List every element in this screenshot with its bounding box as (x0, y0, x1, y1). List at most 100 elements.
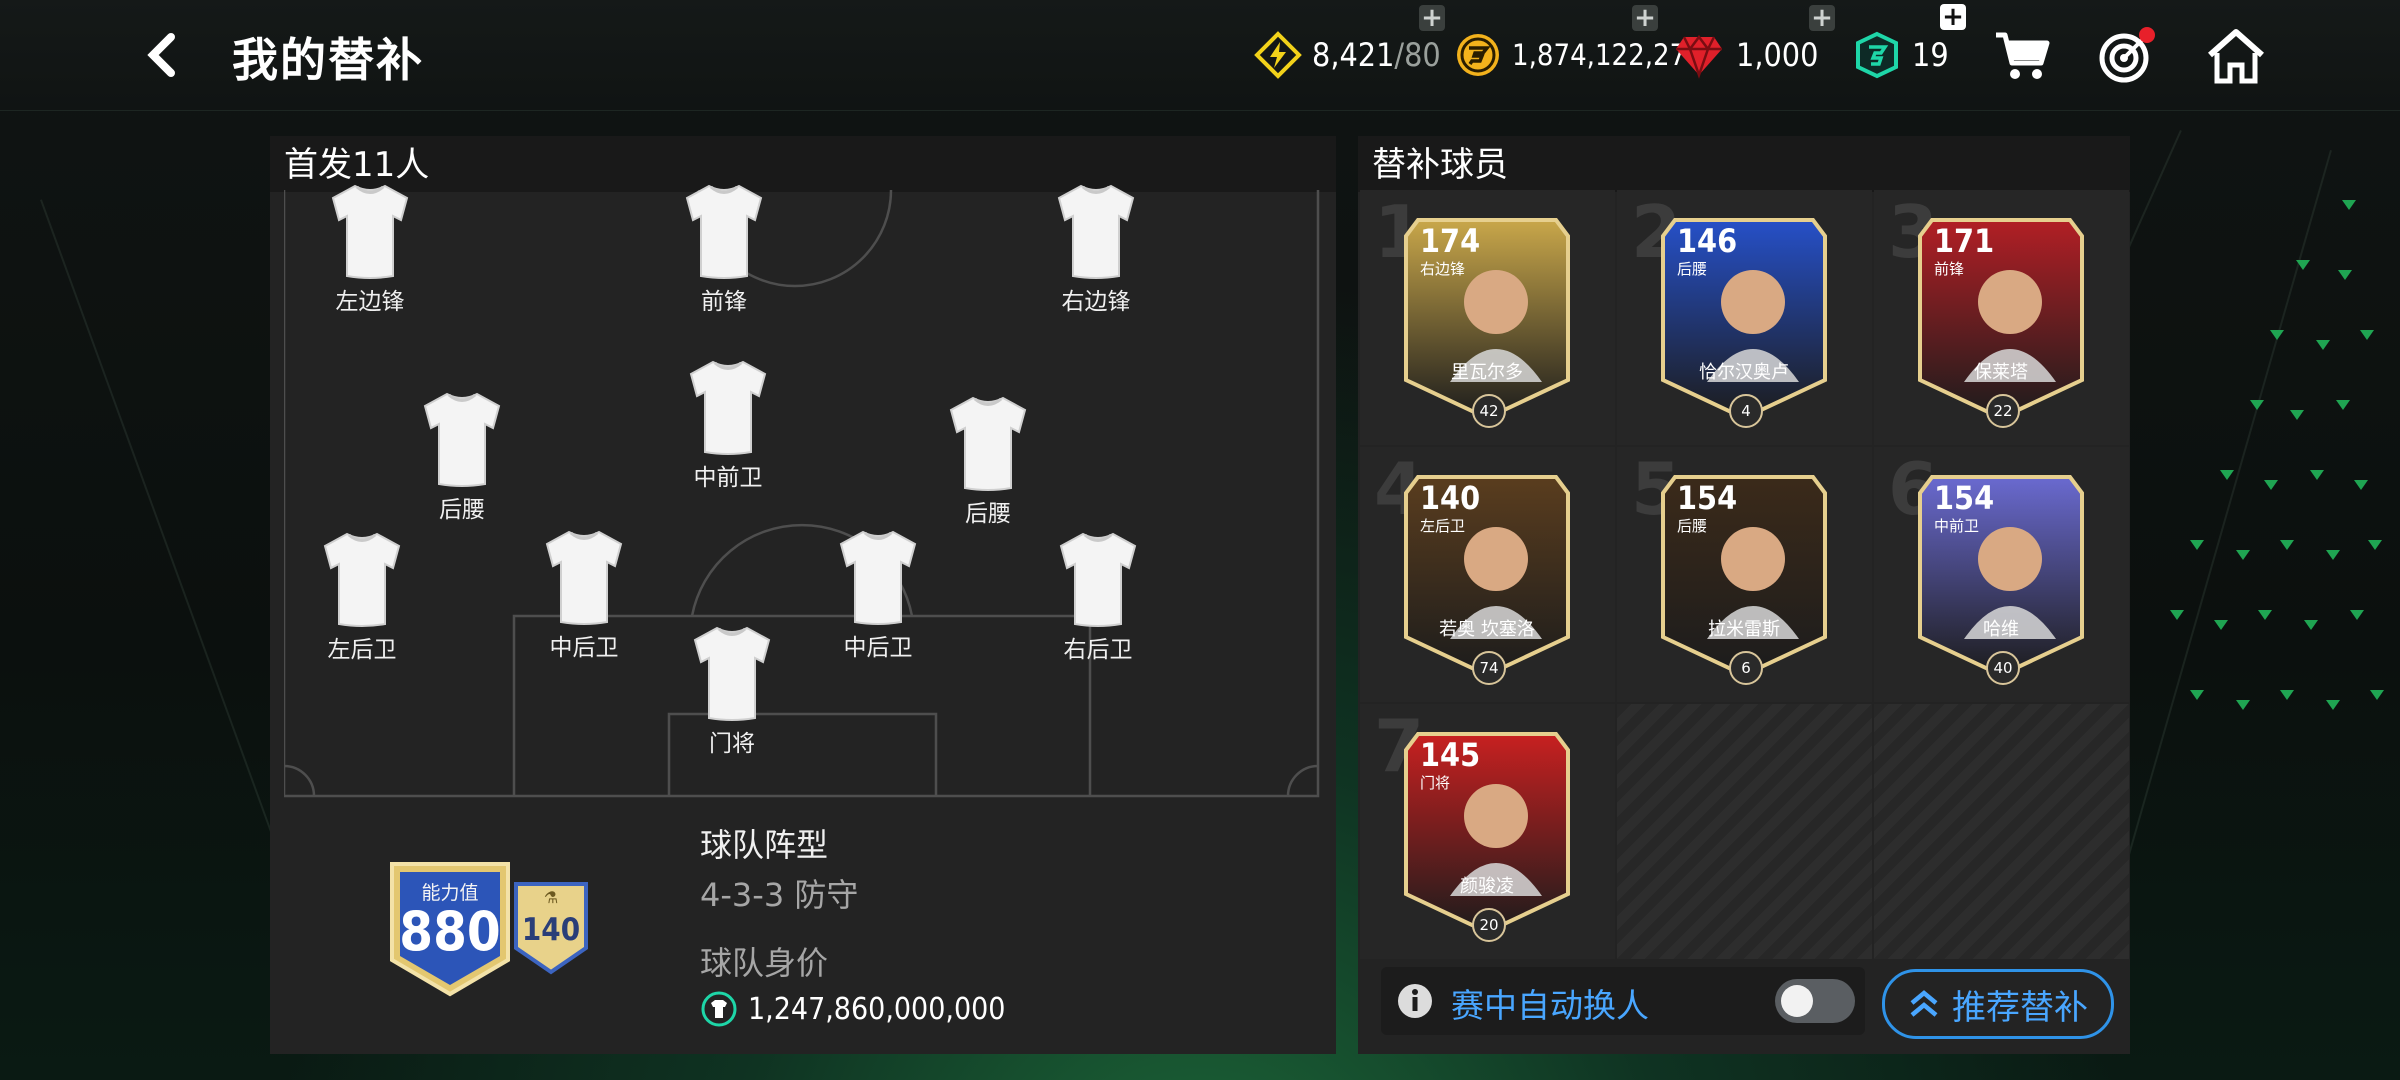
player-card[interactable]: 140 左后卫 若奥 坎塞洛 74 (1398, 469, 1576, 685)
sub-slot[interactable]: 5 154 后腰 拉米雷斯 6 (1617, 447, 1872, 702)
flask-icon: ⚗ (543, 888, 559, 907)
team-value: 1,247,860,000,000 (700, 990, 1005, 1028)
card-level: 42 (1472, 394, 1506, 428)
home-button[interactable] (2204, 24, 2268, 88)
team-value-amount: 1,247,860,000,000 (748, 991, 1006, 1027)
card-rating: 171 (1934, 222, 1995, 260)
lineup-slot-lcm[interactable]: 后腰 (392, 388, 532, 524)
position-label: 后腰 (439, 497, 485, 523)
player-name: 里瓦尔多 (1451, 362, 1523, 383)
sub-slot[interactable]: 1 174 右边锋 里瓦尔多 42 (1360, 190, 1615, 445)
add-energy-button[interactable]: + (1419, 5, 1445, 31)
jersey-icon (658, 356, 798, 460)
player-name: 哈维 (1983, 619, 2019, 640)
subs-grid: 1 174 右边锋 里瓦尔多 42 2 146 后腰 恰尔汉奥卢 4 3 171 前锋 保莱塔 22 4 140… (1360, 190, 2129, 962)
player-name: 拉米雷斯 (1708, 619, 1780, 640)
bg-triangle (2360, 330, 2374, 340)
position-label: 左边锋 (335, 289, 405, 315)
add-coins-button[interactable]: + (1632, 5, 1658, 31)
jersey-icon (662, 622, 802, 726)
bg-triangle (2220, 470, 2234, 480)
back-button[interactable] (138, 30, 188, 80)
info-icon[interactable] (1397, 983, 1433, 1019)
position-label: 后腰 (965, 501, 1011, 527)
shop-button[interactable] (1990, 24, 2054, 88)
jersey-icon (808, 526, 948, 630)
player-card[interactable]: 145 门将 颜骏凌 20 (1398, 726, 1576, 942)
double-chevron-up-icon (1910, 990, 1938, 1017)
lineup-slot-gk[interactable]: 门将 (662, 622, 802, 758)
sub-slot[interactable]: 2 146 后腰 恰尔汉奥卢 4 (1617, 190, 1872, 445)
objectives-button[interactable] (2094, 24, 2158, 88)
bg-triangle (2304, 620, 2318, 630)
energy-counter: 8,421/80 (1254, 30, 1441, 80)
bg-triangle (2170, 610, 2184, 620)
card-position: 门将 (1420, 774, 1451, 792)
rating-value: 880 (399, 900, 501, 963)
sub-slot[interactable]: 3 171 前锋 保莱塔 22 (1874, 190, 2129, 445)
lineup-slot-rcm[interactable]: 后腰 (918, 392, 1058, 528)
add-gems-button[interactable]: + (1809, 5, 1835, 31)
lineup-slot-lcb[interactable]: 中后卫 (514, 526, 654, 662)
player-card[interactable]: 154 中前卫 哈维 40 (1912, 469, 2090, 685)
bg-triangle (2280, 540, 2294, 550)
card-position: 后腰 (1677, 260, 1708, 278)
card-rating: 174 (1420, 222, 1481, 260)
energy-value: 8,421 (1312, 36, 1395, 74)
lineup-slot-rw[interactable]: 右边锋 (1026, 180, 1166, 316)
bg-triangle (2290, 410, 2304, 420)
lineup-slot-lb[interactable]: 左后卫 (292, 528, 432, 664)
card-rating: 146 (1677, 222, 1738, 260)
top-bar: 我的替补 8,421/80 + 1,874,122,270 + 1,000 + … (0, 0, 2400, 111)
sub-slot[interactable]: 7 145 门将 颜骏凌 20 (1360, 704, 1615, 959)
card-position: 右边锋 (1420, 260, 1466, 278)
lineup-slot-lw[interactable]: 左边锋 (300, 180, 440, 316)
lineup-slot-st[interactable]: 前锋 (654, 180, 794, 316)
bg-triangle (2326, 700, 2340, 710)
lineup-slot-rcb[interactable]: 中后卫 (808, 526, 948, 662)
token-icon (1856, 31, 1898, 79)
coin-icon (1457, 34, 1499, 76)
position-label: 中后卫 (549, 635, 619, 661)
bg-triangle (2354, 480, 2368, 490)
recommend-subs-label: 推荐替补 (1952, 987, 2088, 1028)
energy-icon (1254, 31, 1302, 79)
player-card[interactable]: 174 右边锋里瓦尔多 42 (1398, 212, 1576, 428)
add-tokens-button[interactable]: + (1940, 4, 1966, 30)
home-icon (2208, 29, 2264, 84)
bg-triangle (2368, 540, 2382, 550)
player-card[interactable]: 171 前锋 保莱塔 22 (1912, 212, 2090, 428)
tokens-value: 19 (1912, 36, 1949, 74)
bg-triangle (2250, 400, 2264, 410)
card-level: 74 (1472, 651, 1506, 685)
lineup-slot-rb[interactable]: 右后卫 (1028, 528, 1168, 664)
team-value-label: 球队身价 (700, 944, 829, 982)
lineup-slot-cam[interactable]: 中前卫 (658, 356, 798, 492)
position-label: 中前卫 (693, 465, 763, 491)
player-card[interactable]: 146 后腰 恰尔汉奥卢 4 (1655, 212, 1833, 428)
gems-value: 1,000 (1736, 36, 1819, 74)
sub-slot-empty[interactable] (1617, 704, 1872, 959)
bg-triangle (2342, 200, 2356, 210)
sub-slot-empty[interactable] (1874, 704, 2129, 959)
sub-slot[interactable]: 4 140 左后卫 若奥 坎塞洛 74 (1360, 447, 1615, 702)
card-level: 22 (1986, 394, 2020, 428)
auto-sub-toggle[interactable] (1775, 979, 1855, 1023)
player-card[interactable]: 154 后腰 拉米雷斯 6 (1655, 469, 1833, 685)
bg-triangle (2236, 700, 2250, 710)
bg-triangle (2236, 550, 2250, 560)
card-level: 20 (1472, 908, 1506, 942)
jersey-icon (514, 526, 654, 630)
player-name: 恰尔汉奥卢 (1699, 362, 1789, 383)
recommend-subs-button[interactable]: 推荐替补 (1882, 969, 2114, 1039)
jersey-icon (918, 392, 1058, 496)
card-rating: 154 (1677, 479, 1738, 517)
chem-value: 140 (521, 912, 581, 948)
bg-triangle (2326, 550, 2340, 560)
bg-triangle (2350, 610, 2364, 620)
bg-triangle (2338, 270, 2352, 280)
jersey-icon (292, 528, 432, 632)
pitch: 左边锋 前锋 右边锋 中前卫 后腰 后腰 左后卫 中后卫 中后卫 右后卫 门将 (284, 184, 1320, 798)
page-title: 我的替补 (232, 33, 424, 87)
sub-slot[interactable]: 6 154 中前卫 哈维 40 (1874, 447, 2129, 702)
